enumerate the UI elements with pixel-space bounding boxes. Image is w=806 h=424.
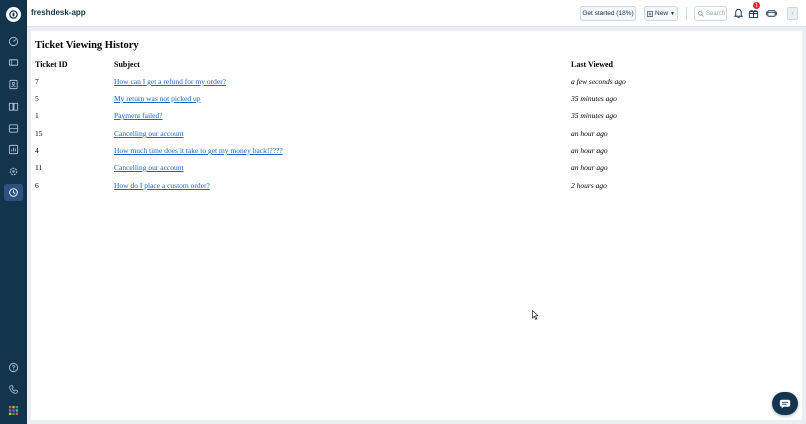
table-row: 11 Cancelling our account an hour ago — [31, 163, 802, 180]
last-viewed-cell: 35 minutes ago — [571, 111, 617, 120]
ticket-subject-link[interactable]: How much time does it take to get my mon… — [114, 146, 283, 155]
apps-grid-icon[interactable] — [7, 404, 20, 417]
table-row: 6 How do I place a custom order? 2 hours… — [31, 181, 802, 198]
search-placeholder: Search — [706, 10, 726, 17]
ticket-subject-link[interactable]: Cancelling our account — [114, 163, 184, 172]
reports-icon[interactable] — [7, 143, 20, 156]
ticket-id-cell: 7 — [35, 77, 39, 86]
table-row: 4 How much time does it take to get my m… — [31, 146, 802, 163]
ticket-subject-link[interactable]: How do I place a custom order? — [114, 181, 210, 190]
plus-box-icon — [647, 10, 654, 17]
tickets-icon[interactable] — [7, 56, 20, 69]
table-row: 15 Cancelling our account an hour ago — [31, 129, 802, 146]
avatar[interactable]: ‹ — [787, 7, 798, 20]
column-header-last-viewed: Last Viewed — [571, 60, 613, 69]
dashboard-icon[interactable] — [7, 35, 20, 48]
column-header-subject: Subject — [114, 60, 140, 69]
notification-badge: 1 — [753, 2, 760, 9]
phone-icon[interactable] — [7, 383, 20, 396]
knowledge-base-icon[interactable] — [7, 100, 20, 113]
table-row: 5 My return was not picked up 35 minutes… — [31, 94, 802, 111]
team-huddle-icon[interactable] — [765, 7, 778, 20]
ticket-id-cell: 4 — [35, 146, 39, 155]
ticket-subject-link[interactable]: Payment failed? — [114, 111, 163, 120]
search-input[interactable]: Search — [694, 6, 727, 21]
ticket-id-cell: 1 — [35, 111, 39, 120]
inbox-icon[interactable] — [7, 122, 20, 135]
ticket-id-cell: 15 — [35, 129, 43, 138]
ticket-id-cell: 6 — [35, 181, 39, 190]
ticket-id-cell: 11 — [35, 163, 43, 172]
sidebar — [0, 0, 27, 424]
last-viewed-cell: an hour ago — [571, 163, 608, 172]
gift-icon[interactable] — [747, 7, 760, 20]
freshdesk-logo-icon[interactable] — [6, 7, 21, 22]
chat-bubble-icon — [779, 399, 791, 408]
bell-icon[interactable] — [732, 7, 745, 20]
last-viewed-cell: an hour ago — [571, 146, 608, 155]
table-row: 1 Payment failed? 35 minutes ago — [31, 111, 802, 128]
top-header: freshdesk-app Get started (18%) New ▼ Se… — [27, 0, 806, 27]
new-button-label: New — [655, 10, 669, 17]
contacts-icon[interactable] — [7, 78, 20, 91]
last-viewed-cell: an hour ago — [571, 129, 608, 138]
ticket-subject-link[interactable]: How can I get a refund for my order? — [114, 77, 226, 86]
last-viewed-cell: 2 hours ago — [571, 181, 607, 190]
table-row: 7 How can I get a refund for my order? a… — [31, 77, 802, 94]
chevron-down-icon: ▼ — [670, 10, 675, 17]
column-header-ticket-id: Ticket ID — [35, 60, 68, 69]
ticket-id-cell: 5 — [35, 94, 39, 103]
app-name: freshdesk-app — [31, 8, 86, 17]
help-icon[interactable] — [7, 361, 20, 374]
admin-icon[interactable] — [7, 165, 20, 178]
last-viewed-cell: a few seconds ago — [571, 77, 626, 86]
get-started-button[interactable]: Get started (18%) — [580, 6, 636, 21]
mouse-cursor-icon — [532, 310, 539, 320]
history-icon[interactable] — [4, 184, 23, 201]
chat-widget-button[interactable] — [772, 392, 798, 415]
main-content: Ticket Viewing History Ticket ID Subject… — [31, 31, 802, 420]
new-button[interactable]: New ▼ — [644, 6, 678, 21]
page-title: Ticket Viewing History — [35, 40, 139, 51]
last-viewed-cell: 35 minutes ago — [571, 94, 617, 103]
toolbar-divider — [686, 7, 687, 20]
search-icon — [698, 10, 704, 17]
ticket-subject-link[interactable]: My return was not picked up — [114, 94, 200, 103]
ticket-subject-link[interactable]: Cancelling our account — [114, 129, 184, 138]
